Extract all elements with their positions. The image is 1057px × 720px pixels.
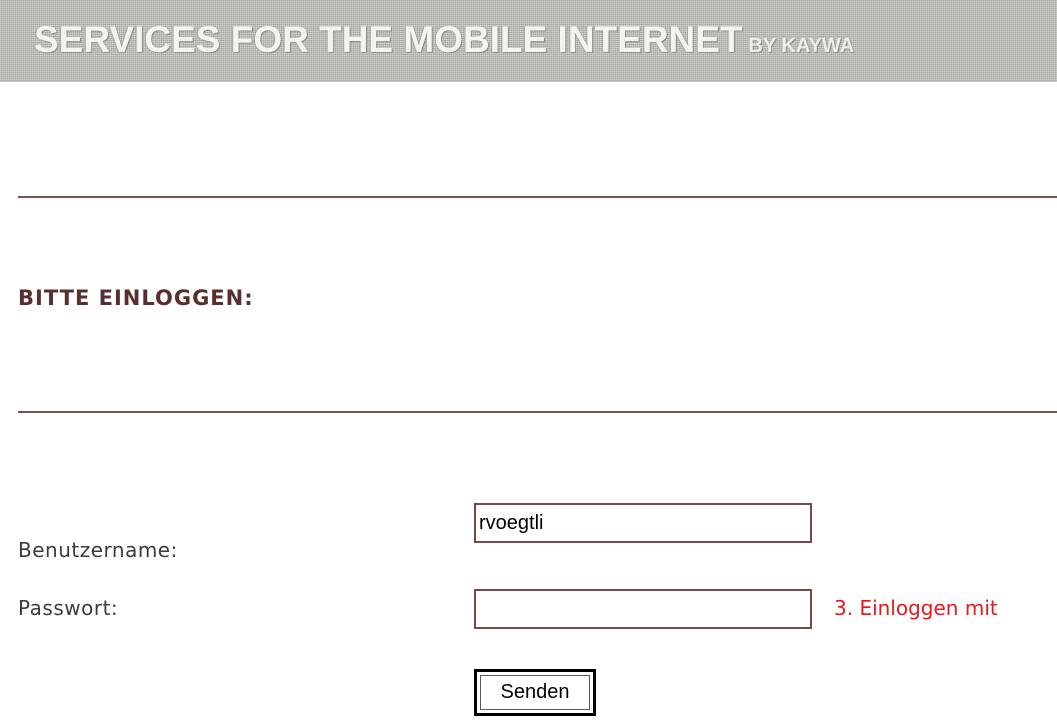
banner-by-text: BY KAYWA xyxy=(748,35,855,57)
username-label: Benutzername: xyxy=(18,538,178,562)
banner-title-text: SERVICES FOR THE MOBILE INTERNET xyxy=(34,19,743,60)
password-label: Passwort: xyxy=(18,596,119,620)
password-input[interactable] xyxy=(474,589,812,629)
username-input[interactable] xyxy=(474,503,812,543)
banner-title: SERVICES FOR THE MOBILE INTERNET BY KAYWA xyxy=(34,18,854,68)
divider-bottom xyxy=(18,411,1057,413)
header-banner: SERVICES FOR THE MOBILE INTERNET BY KAYWA xyxy=(0,0,1057,82)
login-hint: 3. Einloggen mit xyxy=(834,596,998,620)
divider-top xyxy=(18,196,1057,198)
login-heading: BITTE EINLOGGEN: xyxy=(18,286,254,310)
submit-button[interactable]: Senden xyxy=(474,669,596,716)
submit-button-label: Senden xyxy=(480,675,590,710)
